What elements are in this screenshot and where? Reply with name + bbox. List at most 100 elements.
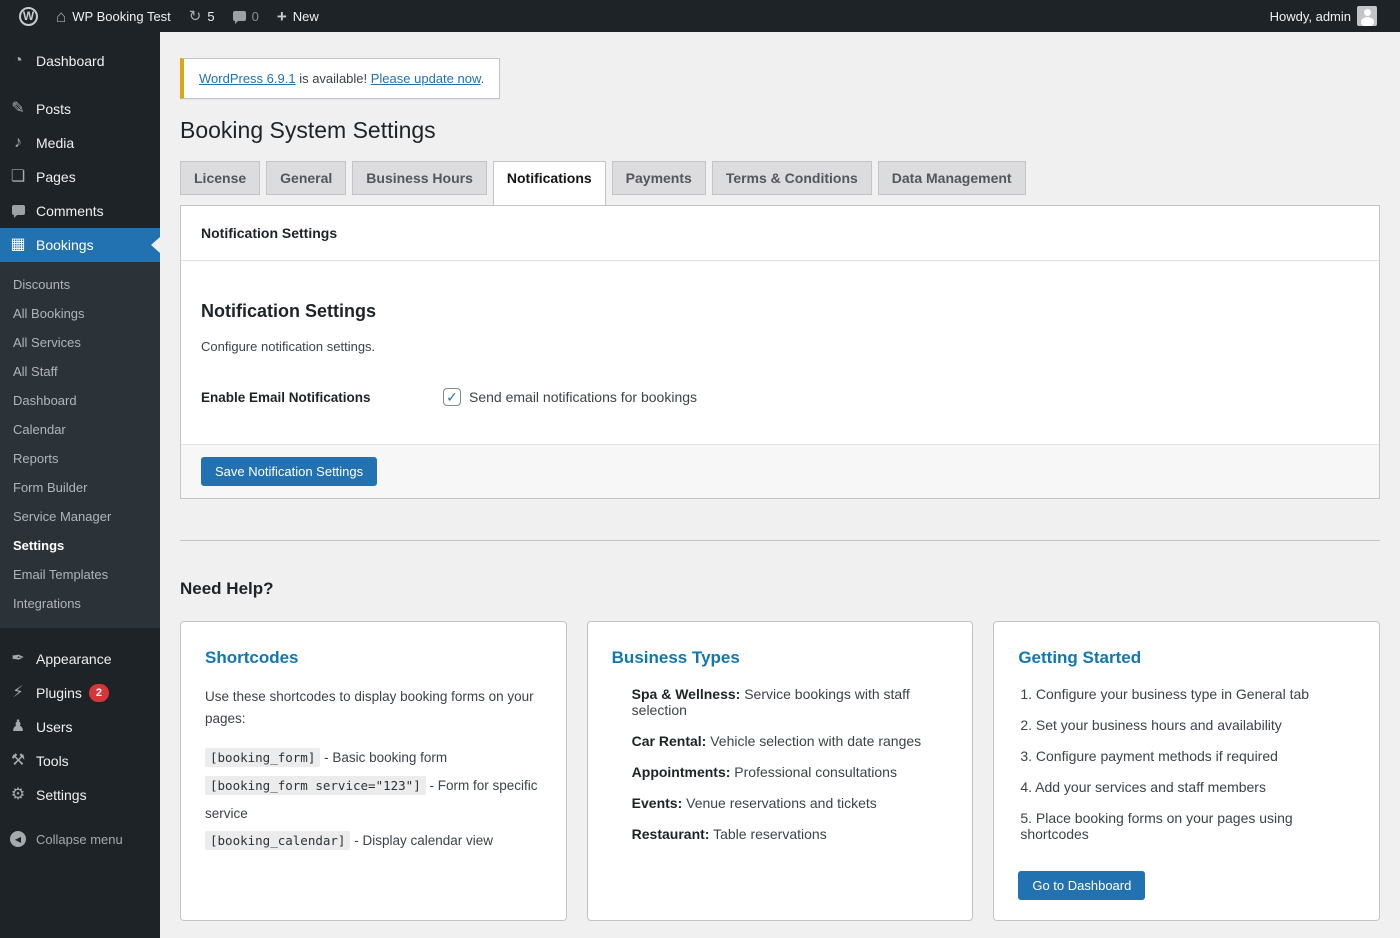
getting-started-step: 4. Add your services and staff members (1018, 779, 1355, 795)
help-cards: Shortcodes Use these shortcodes to displ… (180, 621, 1380, 921)
need-help-heading: Need Help? (180, 579, 1380, 599)
dashboard-icon: ◔ (0, 53, 36, 69)
shortcode-code: [booking_form service="123"] (205, 776, 426, 795)
getting-started-card-title: Getting Started (1018, 648, 1355, 668)
sidebar-subitem-dashboard[interactable]: Dashboard (0, 386, 160, 415)
business-type-item: Car Rental: Vehicle selection with date … (632, 733, 949, 749)
sidebar-subitem-all-services[interactable]: All Services (0, 328, 160, 357)
tab-general[interactable]: General (266, 161, 346, 195)
sidebar-subitem-form-builder[interactable]: Form Builder (0, 473, 160, 502)
business-type-desc: Vehicle selection with date ranges (706, 733, 921, 749)
checkbox-checked[interactable]: ✓ (443, 388, 461, 406)
sidebar-item-posts[interactable]: ✎ Posts (0, 92, 160, 126)
sidebar-subitem-settings[interactable]: Settings (0, 531, 160, 560)
sidebar-item-settings[interactable]: ⚙ Settings (0, 778, 160, 812)
getting-started-steps: 1. Configure your business type in Gener… (1018, 686, 1355, 842)
shortcode-item: [booking_form service="123"] - Form for … (205, 772, 542, 827)
new-label: New (293, 9, 319, 24)
business-types-card: Business Types Spa & Wellness: Service b… (587, 621, 974, 921)
section-heading: Notification Settings (201, 301, 1359, 322)
site-name: WP Booking Test (72, 9, 171, 24)
tab-license[interactable]: License (180, 161, 260, 195)
sidebar-item-users[interactable]: ♟ Users (0, 710, 160, 744)
sidebar-subitem-integrations[interactable]: Integrations (0, 589, 160, 618)
sidebar-subitem-all-bookings[interactable]: All Bookings (0, 299, 160, 328)
comments-count: 0 (252, 9, 259, 24)
admin-sidebar: ◔ Dashboard ✎ Posts ♪ Media ❏ Pages Comm… (0, 32, 160, 938)
checkbox-label: Send email notifications for bookings (469, 389, 697, 405)
calendar-icon: ▦ (0, 237, 36, 253)
new-content-menu[interactable]: + New (268, 0, 328, 32)
shortcodes-card-title: Shortcodes (205, 648, 542, 668)
tab-notifications[interactable]: Notifications (493, 161, 606, 205)
sidebar-item-dashboard[interactable]: ◔ Dashboard (0, 44, 160, 78)
tab-payments[interactable]: Payments (612, 161, 706, 195)
my-account-menu[interactable]: Howdy, admin (1261, 0, 1386, 32)
sidebar-item-appearance[interactable]: ✒ Appearance (0, 642, 160, 676)
business-type-label: Events: (632, 795, 683, 811)
sidebar-subitem-email-templates[interactable]: Email Templates (0, 560, 160, 589)
tab-data-management[interactable]: Data Management (878, 161, 1026, 195)
business-type-label: Restaurant: (632, 826, 710, 842)
tab-business-hours[interactable]: Business Hours (352, 161, 487, 195)
collapse-menu-button[interactable]: ◀ Collapse menu (0, 822, 160, 856)
sidebar-item-media[interactable]: ♪ Media (0, 126, 160, 160)
sidebar-subitem-service-manager[interactable]: Service Manager (0, 502, 160, 531)
business-types-list: Spa & Wellness: Service bookings with st… (612, 686, 949, 842)
shortcode-code: [booking_form] (205, 748, 320, 767)
current-menu-arrow (151, 237, 160, 253)
sidebar-item-label: Comments (36, 203, 104, 219)
getting-started-step: 2. Set your business hours and availabil… (1018, 717, 1355, 733)
sliders-icon: ⚙ (0, 787, 36, 803)
media-icon: ♪ (0, 135, 36, 151)
business-type-item: Spa & Wellness: Service bookings with st… (632, 686, 949, 718)
main-content: WordPress 6.9.1 is available! Please upd… (160, 32, 1400, 938)
sidebar-item-bookings[interactable]: ▦ Bookings (0, 228, 160, 262)
menu-separator (0, 78, 160, 92)
tab-terms-conditions[interactable]: Terms & Conditions (712, 161, 872, 195)
business-types-card-title: Business Types (612, 648, 949, 668)
sidebar-subitem-calendar[interactable]: Calendar (0, 415, 160, 444)
site-name-link[interactable]: ⌂ WP Booking Test (47, 0, 180, 32)
business-type-label: Spa & Wellness: (632, 686, 741, 702)
panel-header: Notification Settings (181, 206, 1379, 261)
save-notification-settings-button[interactable]: Save Notification Settings (201, 457, 377, 486)
sidebar-subitem-discounts[interactable]: Discounts (0, 270, 160, 299)
wordpress-admin: W ⌂ WP Booking Test ↻ 5 0 + New Howdy, a… (0, 0, 1400, 938)
getting-started-card: Getting Started 1. Configure your busine… (993, 621, 1380, 921)
sidebar-item-pages[interactable]: ❏ Pages (0, 160, 160, 194)
shortcodes-intro: Use these shortcodes to display booking … (205, 686, 542, 731)
business-type-label: Appointments: (632, 764, 731, 780)
wordpress-version-link[interactable]: WordPress 6.9.1 (199, 71, 296, 86)
getting-started-step: 1. Configure your business type in Gener… (1018, 686, 1355, 702)
business-type-label: Car Rental: (632, 733, 707, 749)
sidebar-item-label: Pages (36, 169, 76, 185)
bookings-submenu: Discounts All Bookings All Services All … (0, 262, 160, 628)
sidebar-item-label: Plugins (36, 685, 82, 701)
sidebar-item-comments[interactable]: Comments (0, 194, 160, 228)
section-divider (180, 540, 1380, 541)
updates-link[interactable]: ↻ 5 (180, 0, 224, 32)
go-to-dashboard-button[interactable]: Go to Dashboard (1018, 871, 1145, 900)
notification-settings-panel: Notification Settings Notification Setti… (180, 205, 1380, 499)
wordpress-logo-menu[interactable]: W (10, 0, 47, 32)
settings-tabs: License General Business Hours Notificat… (180, 161, 1380, 205)
avatar (1357, 6, 1377, 26)
sidebar-item-label: Dashboard (36, 53, 105, 69)
notice-period: . (481, 71, 485, 86)
comments-link[interactable]: 0 (224, 0, 268, 32)
sidebar-item-plugins[interactable]: ⚡ Plugins 2 (0, 676, 160, 710)
paintbrush-icon: ✒ (0, 651, 36, 667)
sidebar-subitem-reports[interactable]: Reports (0, 444, 160, 473)
please-update-link[interactable]: Please update now (371, 71, 481, 86)
shortcode-desc: - Basic booking form (320, 750, 447, 765)
sidebar-subitem-all-staff[interactable]: All Staff (0, 357, 160, 386)
business-type-item: Appointments: Professional consultations (632, 764, 949, 780)
wordpress-logo-icon: W (19, 7, 38, 26)
shortcode-code: [booking_calendar] (205, 831, 350, 850)
sidebar-item-label: Appearance (36, 651, 112, 667)
shortcode-list: [booking_form] - Basic booking form [boo… (205, 744, 542, 855)
sidebar-item-tools[interactable]: ⚒ Tools (0, 744, 160, 778)
email-notifications-checkbox-wrap[interactable]: ✓ Send email notifications for bookings (443, 388, 697, 406)
getting-started-step: 3. Configure payment methods if required (1018, 748, 1355, 764)
